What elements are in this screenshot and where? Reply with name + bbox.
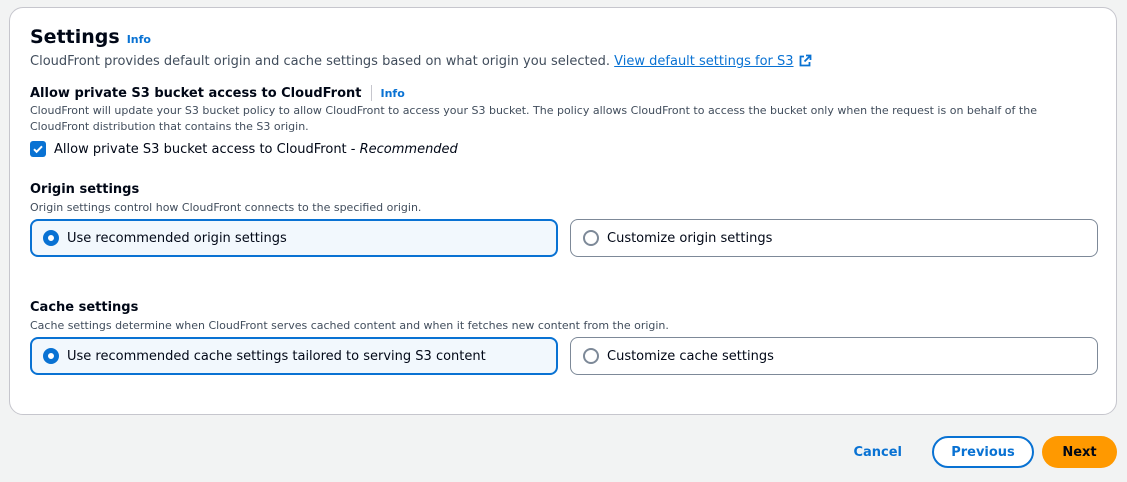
- s3-access-title: Allow private S3 bucket access to CloudF…: [30, 85, 362, 101]
- cache-option-recommended-label: Use recommended cache settings tailored …: [67, 348, 486, 364]
- s3-access-checkbox[interactable]: [30, 141, 46, 157]
- view-default-settings-link[interactable]: View default settings for S3: [614, 54, 811, 69]
- cache-settings-description: Cache settings determine when CloudFront…: [30, 319, 669, 332]
- s3-access-header: Allow private S3 bucket access to CloudF…: [30, 85, 405, 101]
- next-button[interactable]: Next: [1042, 436, 1117, 468]
- wizard-footer: Cancel Previous Next: [853, 436, 1117, 468]
- settings-panel: Settings Info CloudFront provides defaul…: [9, 7, 1117, 415]
- origin-option-customize[interactable]: Customize origin settings: [570, 219, 1098, 257]
- checkbox-label-text: Allow private S3 bucket access to CloudF…: [54, 141, 360, 157]
- s3-access-info-link[interactable]: Info: [381, 87, 405, 100]
- cache-settings-title: Cache settings: [30, 300, 139, 315]
- settings-description-text: CloudFront provides default origin and c…: [30, 54, 611, 69]
- settings-title: Settings: [30, 26, 120, 48]
- origin-settings-title: Origin settings: [30, 182, 140, 197]
- recommended-text: Recommended: [359, 141, 458, 157]
- s3-access-checkbox-row[interactable]: Allow private S3 bucket access to CloudF…: [30, 141, 458, 157]
- radio-unselected[interactable]: [583, 230, 599, 246]
- checkmark-icon: [33, 145, 43, 154]
- origin-settings-description: Origin settings control how CloudFront c…: [30, 201, 422, 214]
- previous-button[interactable]: Previous: [932, 436, 1034, 468]
- radio-selected[interactable]: [43, 230, 59, 246]
- radio-unselected[interactable]: [583, 348, 599, 364]
- radio-selected[interactable]: [43, 348, 59, 364]
- cache-option-customize[interactable]: Customize cache settings: [570, 337, 1098, 375]
- cancel-button[interactable]: Cancel: [853, 445, 902, 460]
- view-default-settings-label: View default settings for S3: [614, 54, 794, 69]
- external-link-icon: [799, 54, 811, 67]
- origin-option-recommended[interactable]: Use recommended origin settings: [30, 219, 558, 257]
- cache-option-customize-label: Customize cache settings: [607, 348, 774, 364]
- settings-header: Settings Info: [30, 26, 151, 48]
- origin-option-customize-label: Customize origin settings: [607, 230, 773, 246]
- settings-description: CloudFront provides default origin and c…: [30, 54, 812, 69]
- s3-access-checkbox-label: Allow private S3 bucket access to CloudF…: [54, 142, 458, 157]
- s3-access-description: CloudFront will update your S3 bucket po…: [30, 104, 1037, 133]
- origin-option-recommended-label: Use recommended origin settings: [67, 230, 287, 246]
- settings-info-link[interactable]: Info: [127, 33, 151, 46]
- divider: [370, 85, 372, 101]
- cache-option-recommended[interactable]: Use recommended cache settings tailored …: [30, 337, 558, 375]
